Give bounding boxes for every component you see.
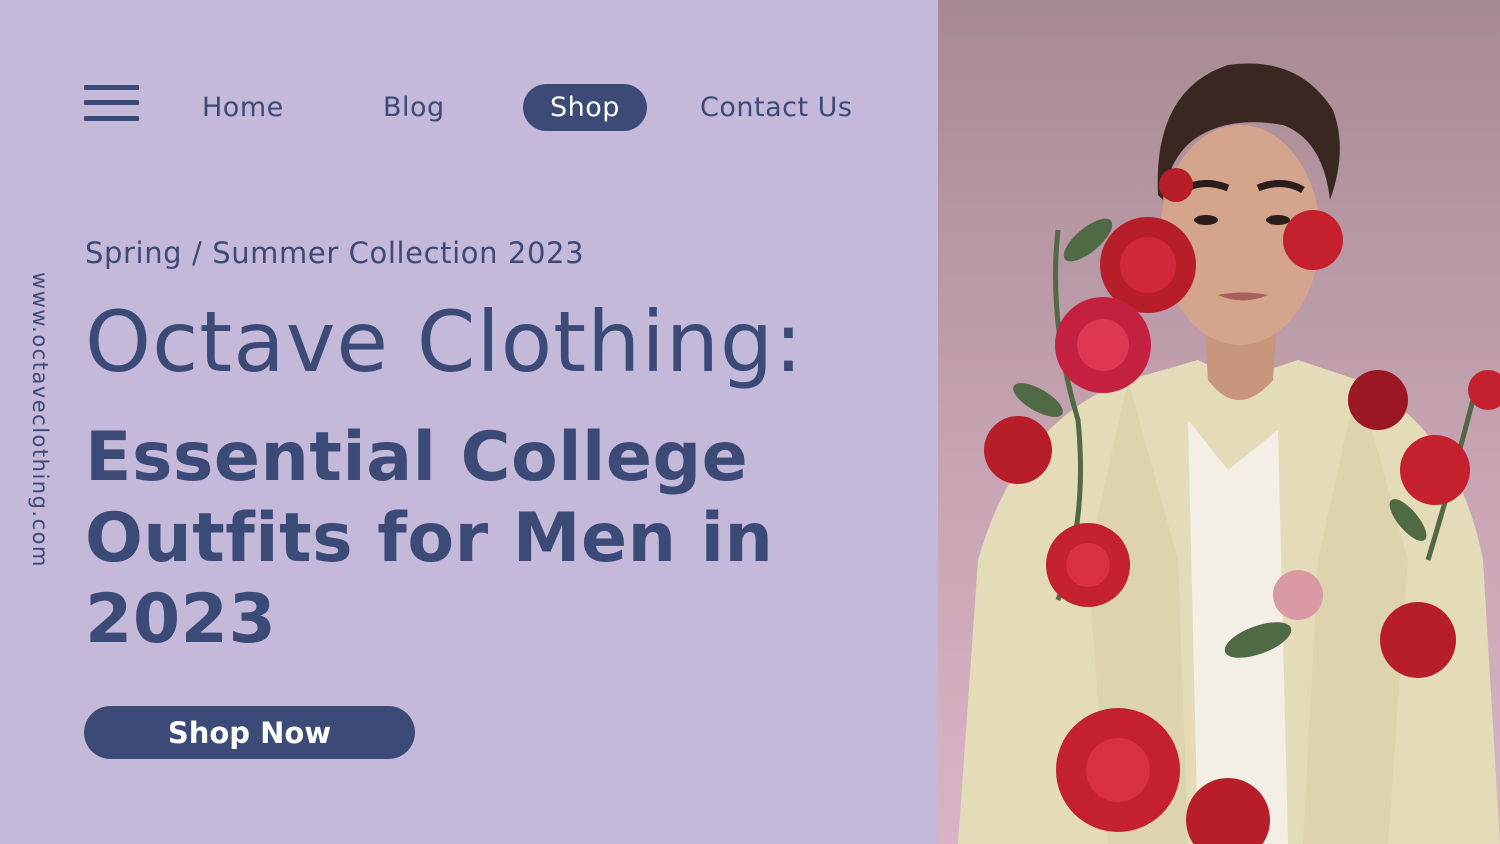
nav-contact-link[interactable]: Contact Us <box>700 84 852 131</box>
nav-home-link[interactable]: Home <box>202 84 284 131</box>
hamburger-menu-icon[interactable] <box>84 85 139 123</box>
shop-now-button[interactable]: Shop Now <box>84 706 415 759</box>
brand-title: Octave Clothing: <box>85 293 804 391</box>
hero-subtitle: Essential College Outfits for Men in 202… <box>85 418 774 659</box>
collection-eyebrow: Spring / Summer Collection 2023 <box>85 236 585 270</box>
website-url: www.octaveclothing.com <box>28 272 52 568</box>
model-with-roses-image <box>958 63 1500 844</box>
model-photo <box>938 0 1500 844</box>
nav-shop-link-active[interactable]: Shop <box>523 84 647 131</box>
nav-blog-link[interactable]: Blog <box>383 84 445 131</box>
